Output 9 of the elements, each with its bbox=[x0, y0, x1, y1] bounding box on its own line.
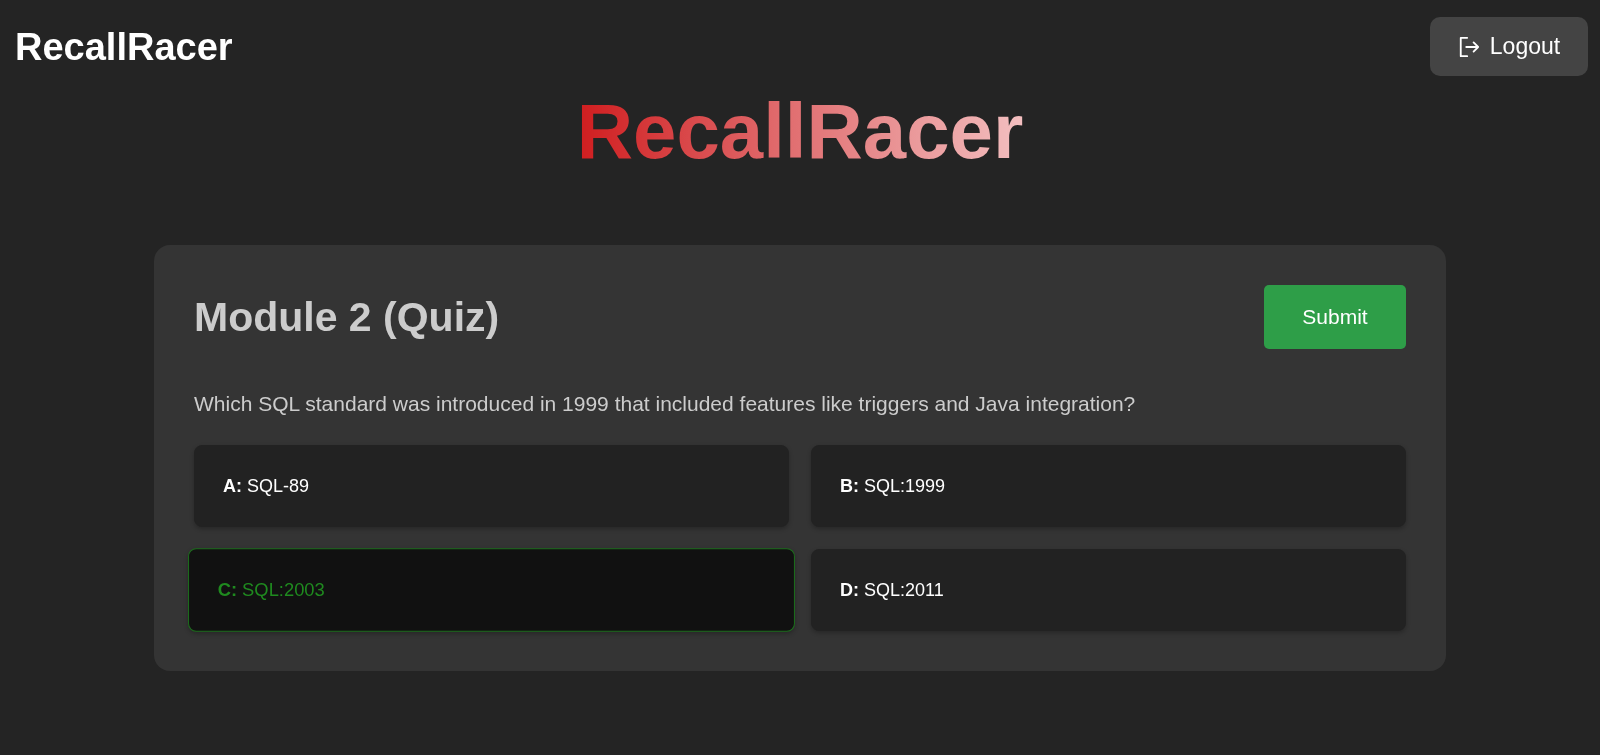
logout-button[interactable]: Logout bbox=[1430, 17, 1588, 76]
logout-icon bbox=[1457, 35, 1480, 58]
quiz-title: Module 2 (Quiz) bbox=[194, 293, 500, 342]
answer-option[interactable]: C: SQL:2003 bbox=[188, 548, 795, 632]
answer-option[interactable]: D: SQL:2011 bbox=[811, 549, 1406, 631]
brand-logo-text: RecallRacer bbox=[15, 24, 233, 69]
answer-option[interactable]: A: SQL-89 bbox=[194, 445, 789, 527]
question-text: Which SQL standard was introduced in 1999 that included features like triggers and Java integration? bbox=[194, 391, 1137, 417]
answer-option[interactable]: B: SQL:1999 bbox=[811, 445, 1406, 527]
